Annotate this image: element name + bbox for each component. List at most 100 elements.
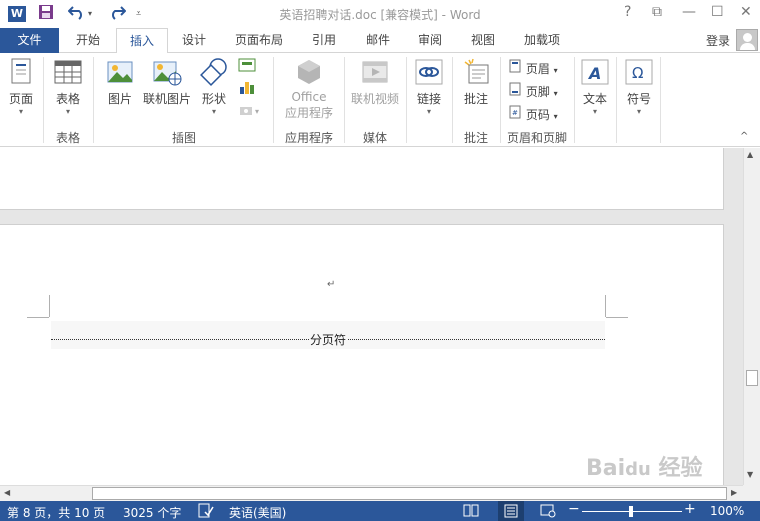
chart-icon: [236, 79, 258, 98]
baidu-watermark: Baidu 经验: [586, 456, 703, 481]
vertical-scrollbar[interactable]: ▲ ▼: [743, 148, 760, 485]
proofing-icon[interactable]: [198, 503, 214, 521]
crop-mark-right-horizontal: [606, 317, 628, 318]
window-title: 英语招聘对话.doc [兼容模式] - Word: [279, 8, 481, 22]
tab-mailings[interactable]: 邮件: [358, 28, 398, 53]
ribbon-separator: [660, 57, 661, 143]
new-comment-button[interactable]: 批注: [458, 57, 494, 107]
scroll-up-icon[interactable]: ▲: [747, 150, 753, 159]
online-video-label: 联机视频: [350, 92, 399, 106]
collapse-ribbon-icon[interactable]: ^: [740, 131, 748, 142]
page-count[interactable]: 第 8 页，共 10 页: [7, 504, 105, 521]
title-bar: W ▾ ⩡ 英语招聘对话.doc [兼容模式] - Word ? ⧉ — ☐ ✕: [0, 0, 760, 28]
horizontal-scrollbar[interactable]: ◀ ▶: [0, 485, 743, 501]
group-label-table: 表格: [55, 131, 80, 145]
page-number-dropdown-icon: ▾: [553, 112, 558, 121]
symbols-button[interactable]: Ω 符号 ▾: [622, 57, 656, 117]
office-apps-label-1: Office: [291, 90, 327, 104]
pages-icon: [4, 57, 38, 90]
tab-references[interactable]: 引用: [304, 28, 344, 53]
office-apps-icon: [278, 57, 340, 90]
office-apps-label-2: 应用程序: [284, 106, 333, 120]
minimize-button[interactable]: —: [682, 4, 696, 20]
office-apps-button[interactable]: Office 应用程序: [278, 57, 340, 121]
table-label: 表格: [55, 92, 80, 106]
picture-button[interactable]: 图片: [102, 57, 138, 107]
text-button[interactable]: A 文本 ▾: [578, 57, 612, 117]
user-avatar-icon[interactable]: [736, 29, 758, 51]
scroll-left-icon[interactable]: ◀: [4, 488, 10, 497]
smartart-icon: [236, 57, 258, 76]
page-break-label: 分页符: [309, 331, 348, 348]
group-label-comments: 批注: [463, 131, 488, 145]
online-picture-button[interactable]: 联机图片: [140, 57, 194, 107]
close-button[interactable]: ✕: [740, 4, 752, 20]
chart-button[interactable]: [236, 79, 258, 98]
sign-in-link[interactable]: 登录: [706, 32, 730, 49]
table-dropdown-icon: ▾: [65, 107, 70, 116]
tab-home[interactable]: 开始: [68, 28, 108, 53]
zoom-in-button[interactable]: +: [684, 501, 696, 517]
group-label-header-footer: 页眉和页脚: [506, 131, 567, 145]
vertical-scroll-thumb[interactable]: [746, 370, 758, 386]
ribbon-tab-bar: 文件 开始 插入 设计 页面布局 引用 邮件 审阅 视图 加载项 登录: [0, 28, 760, 54]
page-number-button[interactable]: # 页码 ▾: [508, 105, 568, 123]
shapes-button[interactable]: 形状 ▾: [196, 57, 232, 117]
ribbon-insert: 页面 ▾ 表格 ▾ 表格 图片 联机图片 形状 ▾ ▾ 插图 Office 应用…: [0, 53, 760, 147]
scroll-down-icon[interactable]: ▼: [747, 470, 753, 479]
status-bar: 第 8 页，共 10 页 3025 个字 英语(美国) − + 100%: [0, 501, 760, 521]
online-video-button[interactable]: 联机视频: [348, 57, 402, 107]
zoom-slider-thumb[interactable]: [629, 506, 633, 517]
tab-file[interactable]: 文件: [0, 28, 59, 53]
screenshot-button[interactable]: ▾: [236, 103, 266, 120]
comment-label: 批注: [463, 92, 488, 106]
web-layout-icon[interactable]: [540, 503, 556, 521]
tab-addins[interactable]: 加载项: [517, 28, 567, 53]
document-area[interactable]: ↵ 分页符 Baidu 经验: [0, 148, 743, 485]
zoom-level[interactable]: 100%: [710, 504, 744, 518]
links-button[interactable]: 链接 ▾: [412, 57, 446, 117]
pages-button[interactable]: 页面 ▾: [4, 57, 38, 117]
page-number-label: 页码: [525, 108, 550, 122]
online-picture-icon: [140, 57, 194, 90]
page-number-icon: #: [508, 105, 526, 122]
tab-design[interactable]: 设计: [176, 28, 212, 53]
online-video-icon: [348, 57, 402, 90]
word-count[interactable]: 3025 个字: [123, 504, 181, 521]
ribbon-separator: [574, 57, 575, 143]
page-previous[interactable]: [0, 148, 724, 210]
tab-insert[interactable]: 插入: [116, 28, 168, 54]
footer-icon: [508, 82, 526, 99]
picture-label: 图片: [107, 92, 132, 106]
smartart-button[interactable]: [236, 57, 258, 76]
ribbon-separator: [500, 57, 501, 143]
picture-icon: [102, 57, 138, 90]
table-button[interactable]: 表格 ▾: [50, 57, 86, 117]
text-dropdown-icon: ▾: [592, 107, 597, 116]
zoom-out-button[interactable]: −: [568, 501, 580, 517]
header-button[interactable]: 页眉 ▾: [508, 59, 568, 77]
page-break-area[interactable]: 分页符: [51, 321, 605, 349]
page-current[interactable]: ↵ 分页符: [0, 224, 724, 485]
print-layout-button[interactable]: [498, 501, 524, 521]
group-label-apps: 应用程序: [284, 131, 333, 145]
maximize-button[interactable]: ☐: [711, 4, 724, 20]
screenshot-icon: ▾: [236, 103, 266, 120]
ribbon-display-options-button[interactable]: ⧉: [652, 4, 662, 20]
crop-mark-right-vertical: [605, 295, 606, 317]
language[interactable]: 英语(美国): [229, 504, 286, 521]
scroll-right-icon[interactable]: ▶: [731, 488, 737, 497]
help-button[interactable]: ?: [624, 4, 631, 20]
read-mode-icon[interactable]: [463, 503, 479, 521]
footer-button[interactable]: 页脚 ▾: [508, 82, 568, 100]
tab-page-layout[interactable]: 页面布局: [230, 28, 288, 53]
symbols-dropdown-icon: ▾: [636, 107, 641, 116]
horizontal-scroll-thumb[interactable]: [92, 487, 727, 500]
group-label-illustrations: 插图: [171, 131, 196, 145]
online-picture-label: 联机图片: [142, 92, 191, 106]
symbols-label: 符号: [626, 92, 651, 106]
text-box-icon: A: [578, 57, 612, 90]
tab-view[interactable]: 视图: [463, 28, 503, 53]
tab-review[interactable]: 审阅: [410, 28, 450, 53]
svg-text:#: #: [512, 109, 518, 117]
